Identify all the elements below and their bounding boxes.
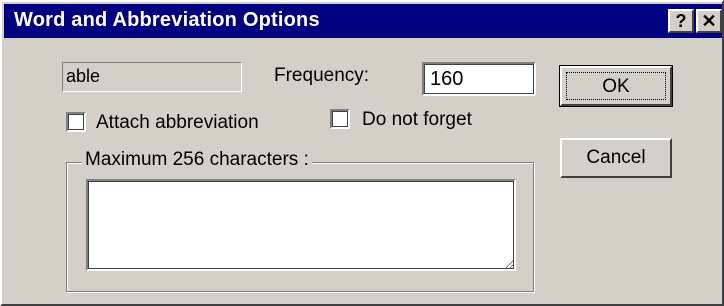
- ok-button[interactable]: OK: [559, 65, 673, 107]
- abbreviation-textarea[interactable]: [86, 179, 516, 271]
- word-abbreviation-dialog: Word and Abbreviation Options ? ✕ able F…: [0, 0, 724, 306]
- frequency-input[interactable]: [422, 62, 536, 96]
- do-not-forget-label[interactable]: Do not forget: [362, 109, 472, 131]
- word-field: able: [62, 62, 242, 92]
- attach-abbreviation-checkbox[interactable]: [66, 112, 86, 132]
- window-title: Word and Abbreviation Options: [14, 9, 320, 31]
- do-not-forget-checkbox[interactable]: [330, 109, 350, 129]
- abbreviation-group-label: Maximum 256 characters :: [82, 149, 312, 171]
- close-button[interactable]: ✕: [696, 9, 722, 33]
- help-button[interactable]: ?: [668, 9, 694, 33]
- title-bar: Word and Abbreviation Options ? ✕: [4, 4, 722, 38]
- cancel-button[interactable]: Cancel: [560, 138, 672, 178]
- ok-button-label: OK: [566, 72, 666, 100]
- attach-abbreviation-label[interactable]: Attach abbreviation: [96, 112, 259, 134]
- frequency-label: Frequency:: [274, 65, 370, 86]
